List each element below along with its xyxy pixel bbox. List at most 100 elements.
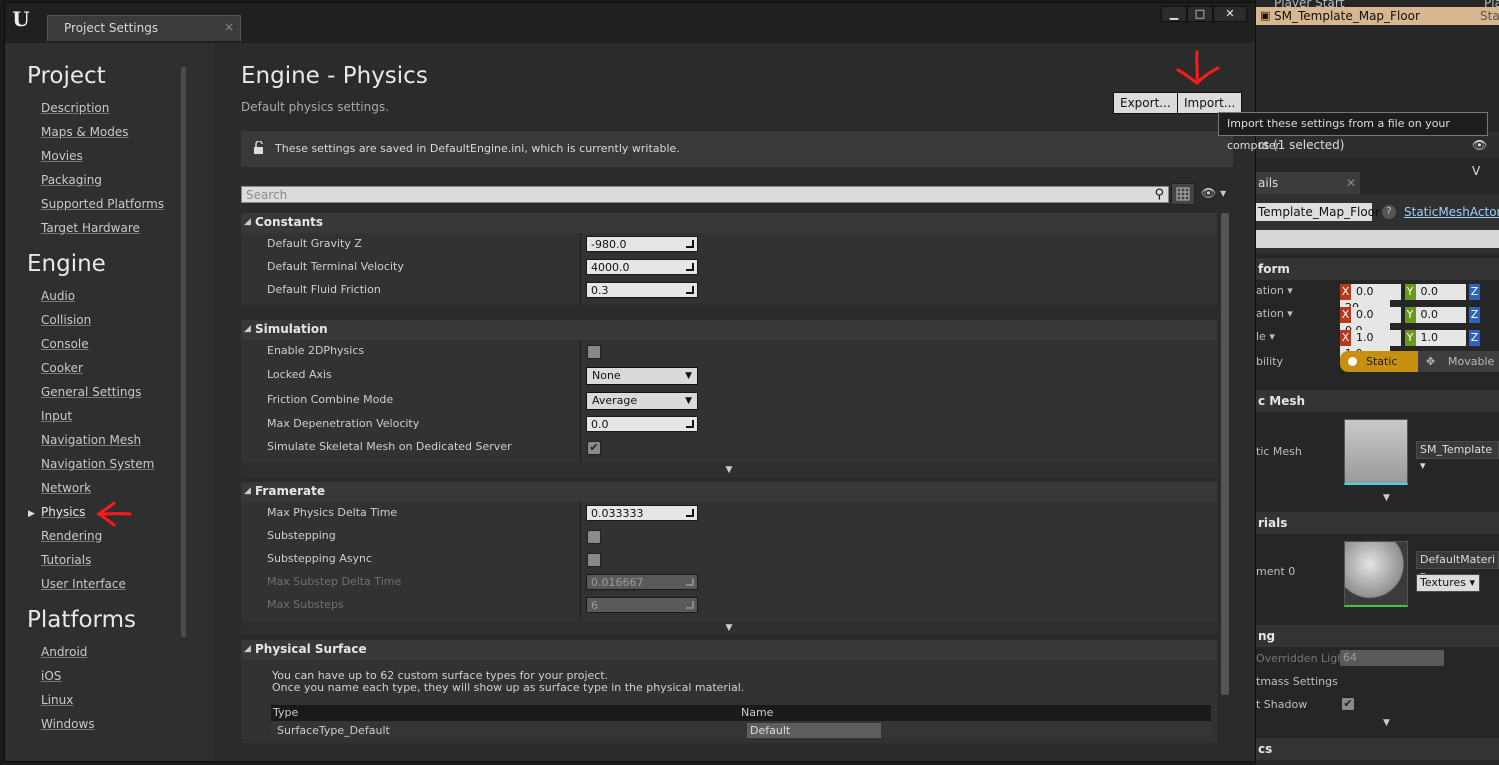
lighting-header[interactable]: ng [1256, 625, 1499, 647]
close-icon[interactable]: ✕ [1346, 172, 1356, 194]
category-simulation[interactable]: ◢ Simulation [241, 320, 1217, 340]
search-input[interactable]: Search ⚲ [241, 186, 1169, 203]
sidebar-item-ios[interactable]: iOS [41, 669, 61, 683]
sidebar-item-windows[interactable]: Windows [41, 717, 95, 731]
sidebar-scrollbar[interactable] [181, 67, 186, 637]
expand-arrow-icon[interactable]: ▼ [1383, 718, 1390, 728]
sidebar-item-packaging[interactable]: Packaging [41, 173, 102, 187]
title-bar[interactable]: U Project Settings × ▁ □ ✕ [5, 3, 1255, 43]
category-title: Physical Surface [255, 642, 367, 656]
material-combo[interactable]: DefaultMateri ▾ [1416, 551, 1499, 582]
physics-header[interactable]: cs [1256, 738, 1499, 760]
sidebar-item-audio[interactable]: Audio [41, 289, 75, 303]
close-window-button[interactable]: ✕ [1213, 6, 1247, 22]
cast-shadow-checkbox[interactable]: ✔ [1341, 697, 1355, 711]
friction-combine-mode-dropdown[interactable]: Average ▼ [586, 392, 698, 410]
textures-combo[interactable]: Textures ▾ [1416, 574, 1480, 592]
sidebar-item-linux[interactable]: Linux [41, 693, 73, 707]
mobility-movable-button[interactable]: ✥ Movable [1418, 351, 1499, 372]
surface-name-field[interactable]: Default [747, 723, 881, 738]
location-vector[interactable]: X0.0 Y0.0 Z20 [1340, 284, 1499, 316]
rotation-vector[interactable]: X0.0 Y0.0 Z0.0 [1340, 307, 1499, 339]
help-icon[interactable]: ? [1382, 205, 1396, 219]
lightmass-label[interactable]: tmass Settings [1256, 675, 1338, 688]
category-physical-surface[interactable]: ◢ Physical Surface [241, 640, 1217, 660]
default-gravity-z-field[interactable]: -980.0 [586, 236, 698, 252]
config-notice: These settings are saved in DefaultEngin… [241, 131, 1233, 167]
export-button[interactable]: Export... [1113, 92, 1178, 114]
sidebar-item-tutorials[interactable]: Tutorials [41, 553, 91, 567]
sidebar-item-physics[interactable]: Physics [41, 505, 85, 519]
transform-header[interactable]: form [1256, 258, 1499, 280]
material-thumbnail[interactable] [1344, 541, 1408, 607]
materials-header[interactable]: rials [1256, 512, 1499, 534]
default-terminal-velocity-field[interactable]: 4000.0 [586, 259, 698, 275]
sidebar-item-user-interface[interactable]: User Interface [41, 577, 126, 591]
details-scrollbar[interactable] [1221, 213, 1229, 695]
locked-axis-dropdown[interactable]: None ▼ [586, 367, 698, 385]
static-mesh-header[interactable]: c Mesh [1256, 390, 1499, 412]
advanced-expand-button[interactable]: ▼ [241, 463, 1217, 477]
close-icon[interactable]: × [224, 20, 234, 34]
sidebar-item-android[interactable]: Android [41, 645, 87, 659]
static-mesh-thumbnail[interactable] [1344, 419, 1408, 485]
sidebar-item-collision[interactable]: Collision [41, 313, 91, 327]
property-name: Default Fluid Friction [267, 283, 381, 296]
enable-2d-physics-checkbox[interactable] [587, 345, 601, 359]
collapse-arrow-icon: ◢ [244, 644, 251, 654]
scale-label[interactable]: le ▾ [1256, 330, 1275, 343]
property-row: Max Depenetration Velocity 0.0 [241, 413, 1217, 436]
actor-name-field[interactable]: Template_Map_Floor [1256, 203, 1380, 221]
import-button[interactable]: Import... [1177, 92, 1243, 114]
sidebar-item-general-settings[interactable]: General Settings [41, 385, 141, 399]
sidebar-item-cooker[interactable]: Cooker [41, 361, 83, 375]
settings-sidebar: Project Description Maps & Modes Movies … [5, 43, 214, 761]
sidebar-item-network[interactable]: Network [41, 481, 91, 495]
grid-view-button[interactable] [1171, 183, 1195, 205]
sidebar-item-navigation-system[interactable]: Navigation System [41, 457, 154, 471]
property-name: Simulate Skeletal Mesh on Dedicated Serv… [267, 440, 512, 453]
outliner-row-selected[interactable]: ▣ SM_Template_Map_Floor Sta [1256, 7, 1499, 25]
maximize-button[interactable]: □ [1187, 6, 1213, 22]
outliner-row-type: Sta [1480, 9, 1499, 23]
substepping-async-checkbox[interactable] [587, 553, 601, 567]
scale-vector[interactable]: X1.0 Y1.0 Z1.0 [1340, 330, 1499, 362]
category-framerate[interactable]: ◢ Framerate [241, 482, 1217, 502]
category-constants[interactable]: ◢ Constants [241, 213, 1217, 233]
view-options-eye-icon[interactable]: 👁 V [1472, 132, 1499, 184]
minimize-button[interactable]: ▁ [1161, 6, 1187, 22]
location-label[interactable]: ation ▾ [1256, 284, 1293, 297]
sidebar-item-input[interactable]: Input [41, 409, 72, 423]
sidebar-item-movies[interactable]: Movies [41, 149, 83, 163]
expand-arrow-icon[interactable]: ▼ [1383, 493, 1390, 503]
surface-help-line2: Once you name each type, they will show … [272, 681, 745, 694]
details-tab[interactable]: ails ✕ [1256, 172, 1360, 194]
actor-class-link[interactable]: StaticMeshActor [1404, 205, 1499, 219]
move-icon: ✥ [1426, 355, 1436, 368]
max-depenetration-velocity-field[interactable]: 0.0 [586, 416, 698, 432]
simulate-skeletal-mesh-checkbox[interactable]: ✔ [587, 441, 601, 455]
sidebar-item-description[interactable]: Description [41, 101, 109, 115]
rotation-label[interactable]: ation ▾ [1256, 307, 1293, 320]
static-mesh-combo[interactable]: SM_Template ▾ [1416, 441, 1499, 472]
table-row: SurfaceType_Default Default [271, 721, 1211, 739]
sidebar-item-supported-platforms[interactable]: Supported Platforms [41, 197, 164, 211]
sidebar-item-target-hardware[interactable]: Target Hardware [41, 221, 140, 235]
default-fluid-friction-field[interactable]: 0.3 [586, 282, 698, 298]
selected-arrow-icon: ▶ [28, 509, 35, 519]
max-physics-delta-time-field[interactable]: 0.033333 [586, 505, 698, 521]
sidebar-item-console[interactable]: Console [41, 337, 89, 351]
sidebar-item-navigation-mesh[interactable]: Navigation Mesh [41, 433, 141, 447]
property-name: Friction Combine Mode [267, 393, 394, 406]
tab-project-settings[interactable]: Project Settings × [47, 15, 241, 41]
substepping-checkbox[interactable] [587, 530, 601, 544]
sidebar-item-maps-modes[interactable]: Maps & Modes [41, 125, 129, 139]
chevron-down-icon: ▼ [685, 371, 692, 381]
details-search[interactable] [1256, 230, 1499, 248]
nav-heading-engine: Engine [27, 251, 106, 277]
view-options-button[interactable]: 👁 ▾ [1201, 186, 1226, 200]
sidebar-item-rendering[interactable]: Rendering [41, 529, 102, 543]
advanced-expand-button[interactable]: ▼ [241, 621, 1217, 635]
mobility-static-button[interactable]: Static [1340, 351, 1418, 372]
property-row: Simulate Skeletal Mesh on Dedicated Serv… [241, 436, 1217, 463]
